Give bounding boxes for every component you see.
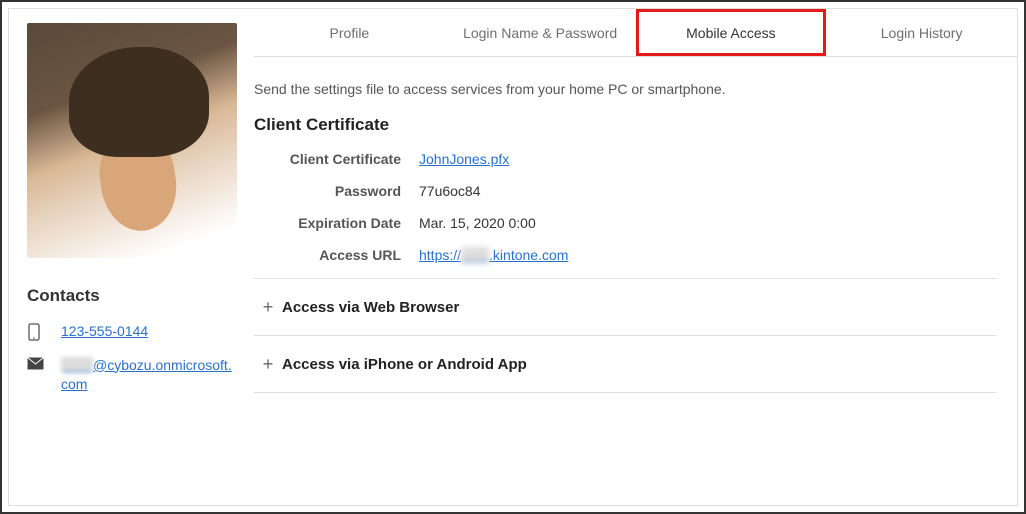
mail-icon — [27, 357, 47, 370]
field-label: Password — [254, 183, 419, 199]
field-label: Access URL — [254, 247, 419, 263]
password-value: 77u6oc84 — [419, 183, 481, 199]
sidebar: Contacts 123-555-0144 xxxx@cybo — [9, 9, 254, 505]
tab-login-password[interactable]: Login Name & Password — [445, 9, 636, 56]
avatar — [27, 23, 237, 258]
plus-icon: + — [254, 297, 282, 318]
main: Profile Login Name & Password Mobile Acc… — [254, 9, 1017, 505]
contacts-heading: Contacts — [27, 286, 236, 306]
field-label: Expiration Date — [254, 215, 419, 231]
tab-mobile-access[interactable]: Mobile Access — [636, 9, 827, 56]
certificate-file-link[interactable]: JohnJones.pfx — [419, 151, 509, 167]
expiration-value: Mar. 15, 2020 0:00 — [419, 215, 536, 231]
contact-email: xxxx@cybozu.onmicrosoft.com — [27, 356, 236, 395]
accordion-title: Access via iPhone or Android App — [282, 356, 527, 373]
contact-email-link[interactable]: xxxx@cybozu.onmicrosoft.com — [61, 356, 236, 395]
instruction-text: Send the settings file to access service… — [254, 81, 997, 97]
client-certificate-heading: Client Certificate — [254, 115, 997, 135]
tab-profile[interactable]: Profile — [254, 9, 445, 56]
field-password: Password 77u6oc84 — [254, 183, 997, 199]
tabs: Profile Login Name & Password Mobile Acc… — [254, 9, 1017, 57]
accordion-title: Access via Web Browser — [282, 299, 459, 316]
field-expiration: Expiration Date Mar. 15, 2020 0:00 — [254, 215, 997, 231]
phone-icon — [27, 323, 47, 341]
field-access-url: Access URL https://xxxx.kintone.com — [254, 247, 997, 263]
access-url-link[interactable]: https://xxxx.kintone.com — [419, 247, 568, 263]
field-label: Client Certificate — [254, 151, 419, 167]
tab-content: Send the settings file to access service… — [254, 57, 1017, 393]
plus-icon: + — [254, 354, 282, 375]
accordion-web-browser[interactable]: + Access via Web Browser — [254, 278, 997, 336]
tab-login-history[interactable]: Login History — [826, 9, 1017, 56]
contact-phone-link[interactable]: 123-555-0144 — [61, 322, 148, 342]
accordion-mobile-app[interactable]: + Access via iPhone or Android App — [254, 335, 997, 393]
field-client-certificate: Client Certificate JohnJones.pfx — [254, 151, 997, 167]
contact-phone: 123-555-0144 — [27, 322, 236, 342]
